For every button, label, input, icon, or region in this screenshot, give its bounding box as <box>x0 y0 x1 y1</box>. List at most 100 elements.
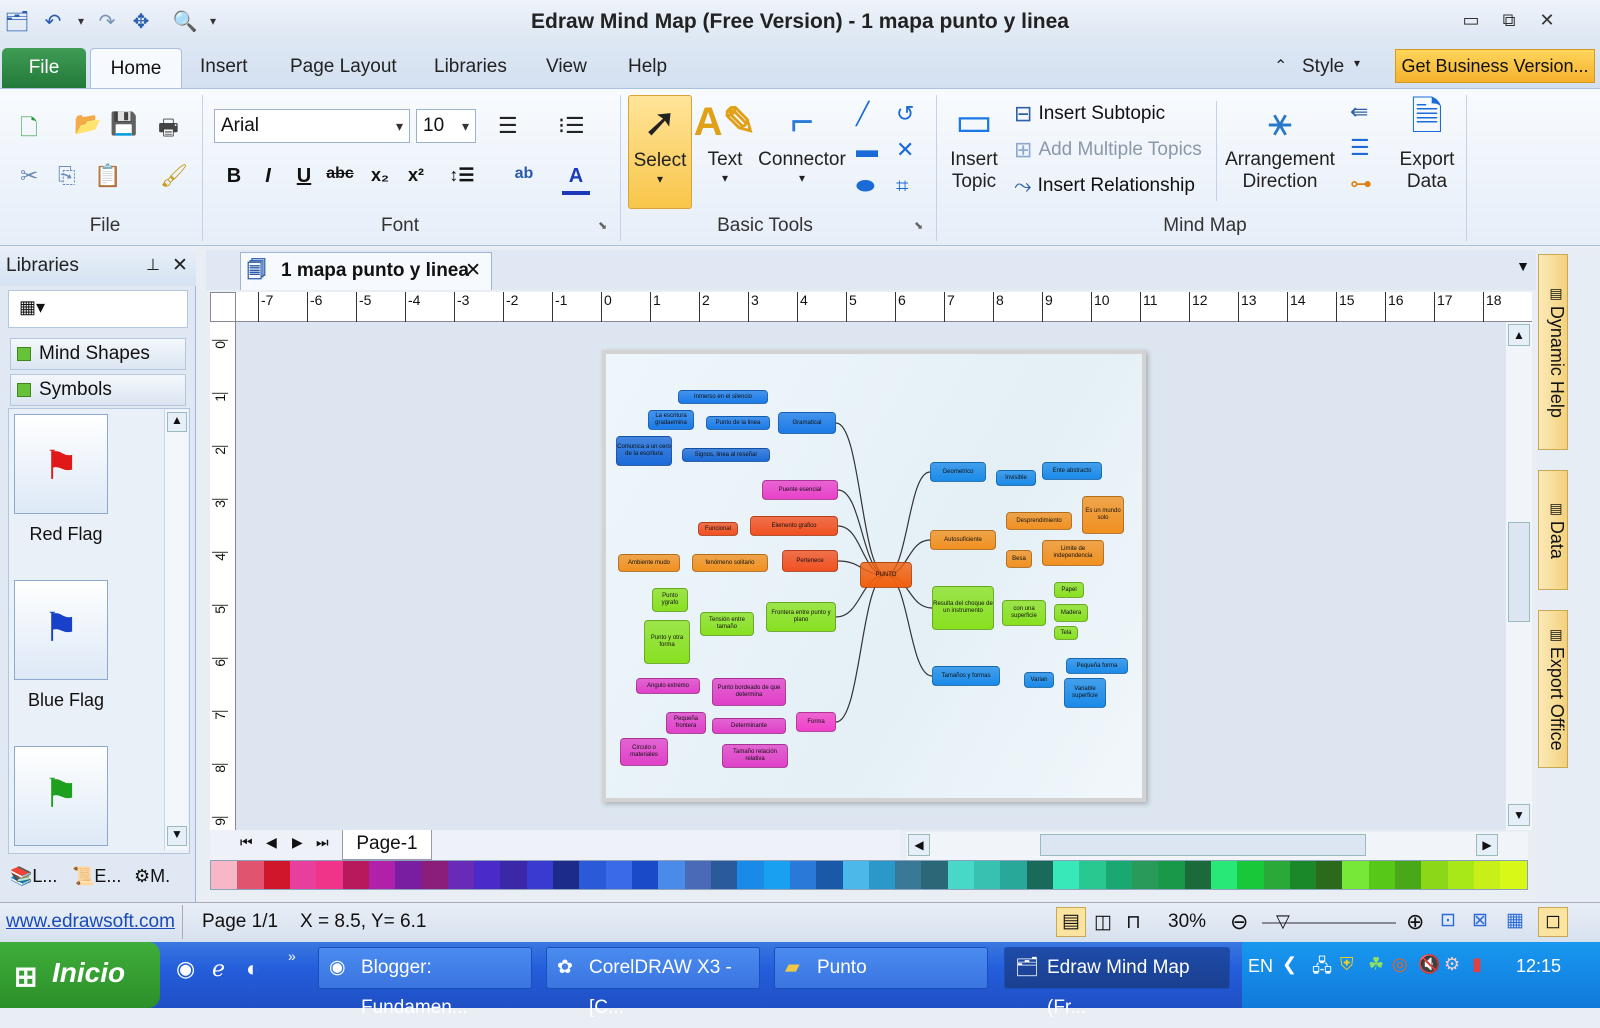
library-menu-icon[interactable]: ▦▾ <box>19 297 45 318</box>
cross-tool-icon[interactable]: ✕ <box>896 137 914 163</box>
shield-icon[interactable]: ⛨ <box>1340 954 1354 975</box>
color-swatch[interactable] <box>947 861 975 889</box>
bullets-icon[interactable]: ⁝☰ <box>558 113 585 139</box>
open-icon[interactable]: 📂 <box>74 111 101 137</box>
mind-map-topic[interactable]: Funcional <box>698 522 738 536</box>
media-icon[interactable]: ◐ <box>246 956 259 982</box>
new-icon[interactable]: 🗋 <box>20 111 38 149</box>
color-swatch[interactable] <box>816 861 843 889</box>
tab-libraries[interactable]: Libraries <box>434 56 507 78</box>
mind-map-topic[interactable]: Resulta del choque de un instrumento <box>932 586 994 630</box>
mind-map-topic[interactable]: Ente abstracto <box>1042 462 1102 480</box>
presentation-icon[interactable]: ⊓ <box>1126 911 1141 934</box>
style-menu[interactable]: Style <box>1302 56 1344 78</box>
mind-map-topic[interactable]: La escritura gradaemina <box>648 410 694 430</box>
mind-map-topic[interactable]: Signos, linea al reseñar <box>682 448 770 462</box>
mind-map-topic[interactable]: Puente esencial <box>762 480 838 500</box>
color-swatch[interactable] <box>921 861 948 889</box>
start-button[interactable]: ⊞ Inicio <box>0 942 160 1008</box>
close-button[interactable]: ✕ <box>1534 10 1560 32</box>
library-bottom-tab-2[interactable]: 📜E... <box>72 866 121 887</box>
basic-tools-dialog-launcher-icon[interactable]: ⬊ <box>914 219 923 232</box>
color-swatch[interactable] <box>737 861 764 889</box>
mind-map-topic[interactable]: Autosuficiente <box>930 530 996 550</box>
color-swatch[interactable] <box>1474 861 1501 889</box>
last-page-icon[interactable]: ⏭ <box>316 834 329 851</box>
grid-icon[interactable]: ▦ <box>1506 909 1524 932</box>
library-bottom-tab-3[interactable]: ⚙M. <box>134 866 170 887</box>
color-swatch[interactable] <box>474 861 501 889</box>
normal-view-icon[interactable]: ▤ <box>1056 907 1086 937</box>
color-swatch[interactable] <box>763 861 790 889</box>
color-swatch[interactable] <box>1447 861 1474 889</box>
color-swatch[interactable] <box>1105 861 1132 889</box>
red-flag-shape[interactable]: ⚑ <box>14 414 108 514</box>
line-tool-icon[interactable]: ╱ <box>856 101 869 127</box>
layout-tree-icon[interactable]: ⊶ <box>1350 171 1372 197</box>
library-category-symbols[interactable]: Symbols <box>10 374 186 406</box>
color-swatch[interactable] <box>1000 861 1027 889</box>
task-punto[interactable]: ▰ Punto <box>774 947 988 989</box>
fit-width-icon[interactable]: ⊠ <box>1472 909 1488 932</box>
next-page-icon[interactable]: ▶ <box>292 834 303 851</box>
task-edraw-mind-map[interactable]: 🗂 Edraw Mind Map (Fr... <box>1004 947 1230 1018</box>
scroll-right-icon[interactable]: ▶ <box>1476 834 1498 856</box>
mind-map-topic[interactable]: Gramatical <box>778 412 836 434</box>
tab-list-dropdown-icon[interactable]: ▼ <box>1516 258 1530 274</box>
network-icon[interactable]: 🖧 <box>1312 954 1332 984</box>
side-tab-dynamic-help[interactable]: ▤ Dynamic Help <box>1538 254 1568 450</box>
library-bottom-tab-1[interactable]: 📚L... <box>10 866 57 887</box>
font-color-icon[interactable]: A <box>562 165 590 195</box>
color-swatch[interactable] <box>395 861 422 889</box>
blue-flag-shape[interactable]: ⚑ <box>14 580 108 680</box>
more-quicklaunch-icon[interactable]: » <box>288 948 296 964</box>
mind-map-topic[interactable]: Tela <box>1054 626 1078 640</box>
mind-map-topic[interactable]: Determinante <box>712 718 786 734</box>
line-spacing-icon[interactable]: ↕☰ <box>448 165 476 195</box>
color-swatch[interactable] <box>842 861 869 889</box>
color-swatch[interactable] <box>605 861 632 889</box>
volume-icon[interactable]: 🔇 <box>1418 954 1440 975</box>
align-icon[interactable]: ☰ <box>498 113 518 139</box>
color-swatch[interactable] <box>368 861 396 889</box>
cut-icon[interactable]: ✂ <box>20 163 38 189</box>
bold-icon[interactable]: B <box>220 165 248 195</box>
mind-map-page[interactable]: PUNTO Inmerso en el silencio La escritura … <box>602 350 1146 802</box>
save-icon[interactable]: 💾 <box>110 111 137 137</box>
tab-help[interactable]: Help <box>628 56 667 78</box>
language-indicator[interactable]: EN <box>1248 956 1273 977</box>
scroll-down-icon[interactable]: ▼ <box>1508 804 1530 826</box>
mind-map-topic[interactable]: Variable superficie <box>1064 678 1106 708</box>
print-icon[interactable]: 🖶 <box>158 111 179 149</box>
mind-map-topic[interactable]: Es un mundo solo <box>1082 496 1124 534</box>
layout-left-icon[interactable]: ⇚ <box>1350 99 1368 125</box>
side-tab-export-office[interactable]: ▤ Export Office <box>1538 610 1568 768</box>
color-swatch[interactable] <box>684 861 711 889</box>
task-coreldraw[interactable]: ✿ CorelDRAW X3 - [C... <box>546 947 760 1018</box>
paste-icon[interactable]: 📋 <box>94 163 121 189</box>
arrangement-direction-button[interactable]: ⚹ Arrangement Direction <box>1222 95 1338 209</box>
color-swatch[interactable] <box>526 861 554 889</box>
color-swatch[interactable] <box>421 861 448 889</box>
horizontal-scrollbar[interactable]: ◀ ▶ <box>906 832 1528 860</box>
mind-map-topic[interactable]: Pertenece <box>782 550 838 572</box>
style-dropdown-icon[interactable]: ▾ <box>1354 56 1360 70</box>
format-painter-icon[interactable]: 🖌 <box>160 163 188 189</box>
color-swatch[interactable] <box>1026 861 1053 889</box>
mind-map-topic[interactable]: Ambiente mudo <box>618 554 680 572</box>
color-swatch[interactable] <box>447 861 475 889</box>
color-swatch[interactable] <box>1342 861 1369 889</box>
ie-icon[interactable]: ℯ <box>212 956 225 982</box>
underline-icon[interactable]: U <box>290 165 318 195</box>
color-swatch[interactable] <box>1316 861 1343 889</box>
insert-topic-button[interactable]: ▭ Insert Topic <box>942 95 1006 209</box>
mind-map-topic[interactable]: Elemento grafico <box>750 516 838 536</box>
color-swatch[interactable] <box>1421 861 1448 889</box>
mind-map-topic[interactable]: Punto de la linea <box>706 416 770 430</box>
mind-map-topic[interactable]: Punto ygrafo <box>652 588 688 612</box>
color-swatch[interactable] <box>211 861 238 889</box>
minimize-button[interactable]: ▭ <box>1458 10 1484 32</box>
document-tab[interactable]: 🗐 1 mapa punto y linea ✕ <box>240 252 492 290</box>
color-swatch[interactable] <box>1053 861 1080 889</box>
color-swatch[interactable] <box>1184 861 1211 889</box>
